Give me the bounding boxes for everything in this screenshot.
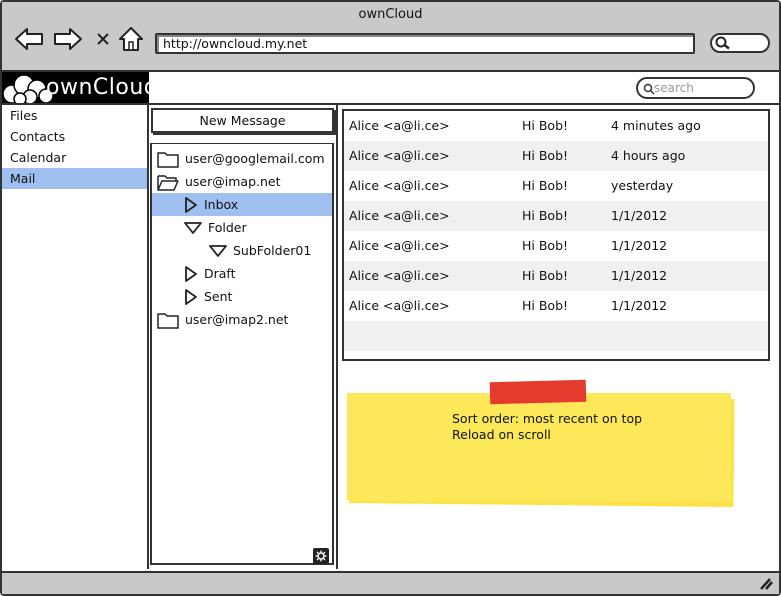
message-date: 4 minutes ago bbox=[611, 118, 701, 133]
tree-label: Folder bbox=[208, 220, 247, 235]
empty-row bbox=[344, 321, 768, 351]
account-imap2[interactable]: user@imap2.net bbox=[152, 308, 332, 331]
message-subject: Hi Bob! bbox=[522, 268, 569, 283]
message-from: Alice <a@li.ce> bbox=[349, 118, 450, 133]
resize-grip-icon[interactable] bbox=[757, 576, 773, 594]
sticky-tape bbox=[489, 379, 587, 405]
message-subject: Hi Bob! bbox=[522, 208, 569, 223]
message-date: 1/1/2012 bbox=[611, 238, 668, 253]
browser-search-field[interactable] bbox=[710, 33, 770, 53]
message-row[interactable]: Alice <a@li.ce> Hi Bob! 4 hours ago bbox=[344, 141, 768, 171]
app-search-box[interactable] bbox=[636, 77, 755, 99]
tree-label: user@googlemail.com bbox=[185, 151, 325, 166]
triangle-down-icon bbox=[184, 221, 202, 234]
folder-folder[interactable]: Folder bbox=[152, 216, 332, 239]
message-row[interactable]: Alice <a@li.ce> Hi Bob! 4 minutes ago bbox=[344, 111, 768, 141]
nav-item-mail[interactable]: Mail bbox=[2, 168, 147, 189]
folder-subfolder01[interactable]: SubFolder01 bbox=[152, 239, 332, 262]
message-from: Alice <a@li.ce> bbox=[349, 208, 450, 223]
folder-tree: user@googlemail.com user@imap.net Inbox … bbox=[150, 143, 334, 565]
tree-label: user@imap.net bbox=[185, 174, 281, 189]
forward-arrow-icon[interactable] bbox=[53, 24, 83, 54]
message-area: Alice <a@li.ce> Hi Bob! 4 minutes ago Al… bbox=[342, 105, 779, 569]
folder-inbox[interactable]: Inbox bbox=[152, 193, 332, 216]
triangle-right-icon bbox=[185, 288, 197, 305]
close-x-icon[interactable] bbox=[88, 24, 118, 54]
nav-item-files[interactable]: Files bbox=[2, 105, 147, 126]
status-bar bbox=[2, 571, 779, 594]
new-message-button[interactable]: New Message bbox=[151, 108, 334, 133]
message-row[interactable]: Alice <a@li.ce> Hi Bob! 1/1/2012 bbox=[344, 201, 768, 231]
search-input[interactable] bbox=[654, 80, 750, 96]
note-line: Reload on scroll bbox=[452, 427, 551, 442]
folder-sent[interactable]: Sent bbox=[152, 285, 332, 308]
app-header: ownCloud bbox=[2, 72, 779, 105]
message-from: Alice <a@li.ce> bbox=[349, 178, 450, 193]
browser-window: ownCloud http://owncloud.my.net ownCloud… bbox=[0, 0, 781, 596]
settings-gear-icon[interactable] bbox=[313, 548, 329, 564]
browser-toolbar: ownCloud http://owncloud.my.net bbox=[2, 2, 779, 72]
message-subject: Hi Bob! bbox=[522, 238, 569, 253]
message-date: 1/1/2012 bbox=[611, 298, 668, 313]
message-row[interactable]: Alice <a@li.ce> Hi Bob! yesterday bbox=[344, 171, 768, 201]
message-from: Alice <a@li.ce> bbox=[349, 268, 450, 283]
search-icon bbox=[715, 36, 730, 50]
message-from: Alice <a@li.ce> bbox=[349, 298, 450, 313]
tree-label: Inbox bbox=[204, 197, 239, 212]
folder-draft[interactable]: Draft bbox=[152, 262, 332, 285]
account-googlemail[interactable]: user@googlemail.com bbox=[152, 147, 332, 170]
account-imap[interactable]: user@imap.net bbox=[152, 170, 332, 193]
app-navigation: Files Contacts Calendar Mail bbox=[2, 105, 149, 569]
message-subject: Hi Bob! bbox=[522, 118, 569, 133]
message-subject: Hi Bob! bbox=[522, 178, 569, 193]
message-date: 4 hours ago bbox=[611, 148, 686, 163]
message-date: 1/1/2012 bbox=[611, 268, 668, 283]
home-icon[interactable] bbox=[116, 24, 146, 54]
tree-label: user@imap2.net bbox=[185, 312, 289, 327]
message-subject: Hi Bob! bbox=[522, 148, 569, 163]
nav-item-calendar[interactable]: Calendar bbox=[2, 147, 147, 168]
sticky-note: Sort order: most recent on top Reload on… bbox=[347, 393, 731, 501]
message-from: Alice <a@li.ce> bbox=[349, 238, 450, 253]
message-list: Alice <a@li.ce> Hi Bob! 4 minutes ago Al… bbox=[342, 109, 770, 361]
tree-label: Draft bbox=[204, 266, 236, 281]
message-row[interactable]: Alice <a@li.ce> Hi Bob! 1/1/2012 bbox=[344, 261, 768, 291]
folder-panel: New Message user@googlemail.com user@ima… bbox=[150, 105, 338, 569]
logo-text: ownCloud bbox=[46, 75, 149, 100]
window-title: ownCloud bbox=[358, 7, 423, 22]
triangle-right-icon bbox=[185, 265, 197, 282]
folder-open-icon bbox=[157, 174, 179, 191]
message-from: Alice <a@li.ce> bbox=[349, 148, 450, 163]
triangle-right-icon bbox=[185, 196, 197, 213]
note-line: Sort order: most recent on top bbox=[452, 411, 643, 426]
sticky-note-text: Sort order: most recent on top Reload on… bbox=[452, 411, 642, 443]
message-date: 1/1/2012 bbox=[611, 208, 668, 223]
triangle-down-icon bbox=[209, 244, 227, 257]
folder-closed-icon bbox=[157, 312, 179, 329]
tree-label: Sent bbox=[204, 289, 233, 304]
address-bar[interactable]: http://owncloud.my.net bbox=[155, 33, 695, 54]
back-arrow-icon[interactable] bbox=[14, 24, 44, 54]
message-row[interactable]: Alice <a@li.ce> Hi Bob! 1/1/2012 bbox=[344, 231, 768, 261]
message-subject: Hi Bob! bbox=[522, 298, 569, 313]
owncloud-logo[interactable]: ownCloud bbox=[2, 72, 149, 103]
tree-label: SubFolder01 bbox=[233, 243, 312, 258]
message-date: yesterday bbox=[611, 178, 674, 193]
nav-item-contacts[interactable]: Contacts bbox=[2, 126, 147, 147]
folder-closed-icon bbox=[157, 151, 179, 168]
message-row[interactable]: Alice <a@li.ce> Hi Bob! 1/1/2012 bbox=[344, 291, 768, 321]
